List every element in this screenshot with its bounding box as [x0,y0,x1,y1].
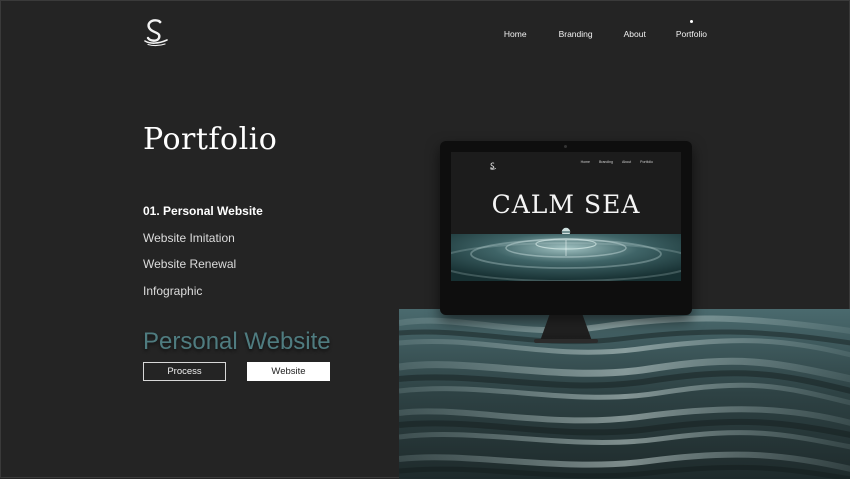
website-button[interactable]: Website [247,362,330,381]
project-item-website-imitation[interactable]: Website Imitation [143,231,263,258]
swan-s-logo-icon[interactable] [141,17,171,47]
nav-about[interactable]: About [624,29,646,39]
preview-logo-icon [489,157,497,170]
water-drop-icon [561,224,571,237]
active-indicator-dot [690,20,694,23]
monitor-bezel: Home Branding About Portfolio CALM SEA [440,141,692,315]
project-list: 01. Personal Website Website Imitation W… [143,204,263,310]
project-item-infographic[interactable]: Infographic [143,284,263,311]
preview-headline: CALM SEA [491,190,641,219]
nav-portfolio-label: Portfolio [675,29,707,39]
project-item-website-renewal[interactable]: Website Renewal [143,257,263,284]
project-heading: Personal Website [143,328,331,355]
website-preview-screen[interactable]: Home Branding About Portfolio CALM SEA [451,152,681,281]
preview-nav-portfolio: Portfolio [640,160,653,164]
water-ripple-image [399,309,850,479]
nav-home[interactable]: Home [504,29,527,39]
page: Home Branding About Portfolio Portfolio … [0,0,850,479]
preview-nav: Home Branding About Portfolio [581,160,653,164]
process-button[interactable]: Process [143,362,226,381]
nav-portfolio[interactable]: Portfolio [675,20,707,39]
camera-dot [564,145,567,148]
main-nav: Home Branding About Portfolio [504,20,707,39]
preview-nav-home: Home [580,160,590,164]
preview-nav-about: About [622,160,632,164]
page-title: Portfolio [143,122,278,157]
project-item-personal-website[interactable]: 01. Personal Website [143,204,263,231]
monitor-mockup: Home Branding About Portfolio CALM SEA [440,141,692,343]
nav-branding[interactable]: Branding [559,29,593,39]
monitor-foot [534,339,598,343]
preview-water-image [451,234,681,281]
preview-nav-branding: Branding [598,160,613,164]
